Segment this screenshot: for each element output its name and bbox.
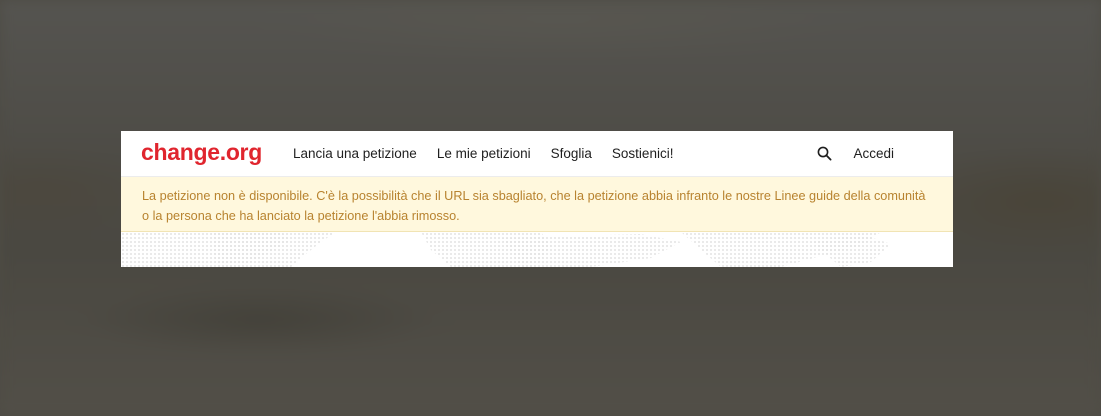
alert-message: La petizione non è disponibile. C'è la p… xyxy=(142,189,926,223)
nav-support-us[interactable]: Sostienici! xyxy=(612,146,674,161)
petition-unavailable-alert: La petizione non è disponibile. C'è la p… xyxy=(121,177,953,232)
change-org-logo[interactable]: change.org xyxy=(141,139,262,166)
search-icon[interactable] xyxy=(813,143,835,165)
world-map-background xyxy=(121,232,953,267)
page-window: change.org Lancia una petizione Le mie p… xyxy=(121,131,953,267)
login-link[interactable]: Accedi xyxy=(853,146,894,161)
site-header: change.org Lancia una petizione Le mie p… xyxy=(121,131,953,177)
nav-browse[interactable]: Sfoglia xyxy=(551,146,592,161)
main-nav: Lancia una petizione Le mie petizioni Sf… xyxy=(293,146,693,161)
nav-my-petitions[interactable]: Le mie petizioni xyxy=(437,146,531,161)
nav-start-petition[interactable]: Lancia una petizione xyxy=(293,146,417,161)
world-map-pattern xyxy=(121,232,891,267)
